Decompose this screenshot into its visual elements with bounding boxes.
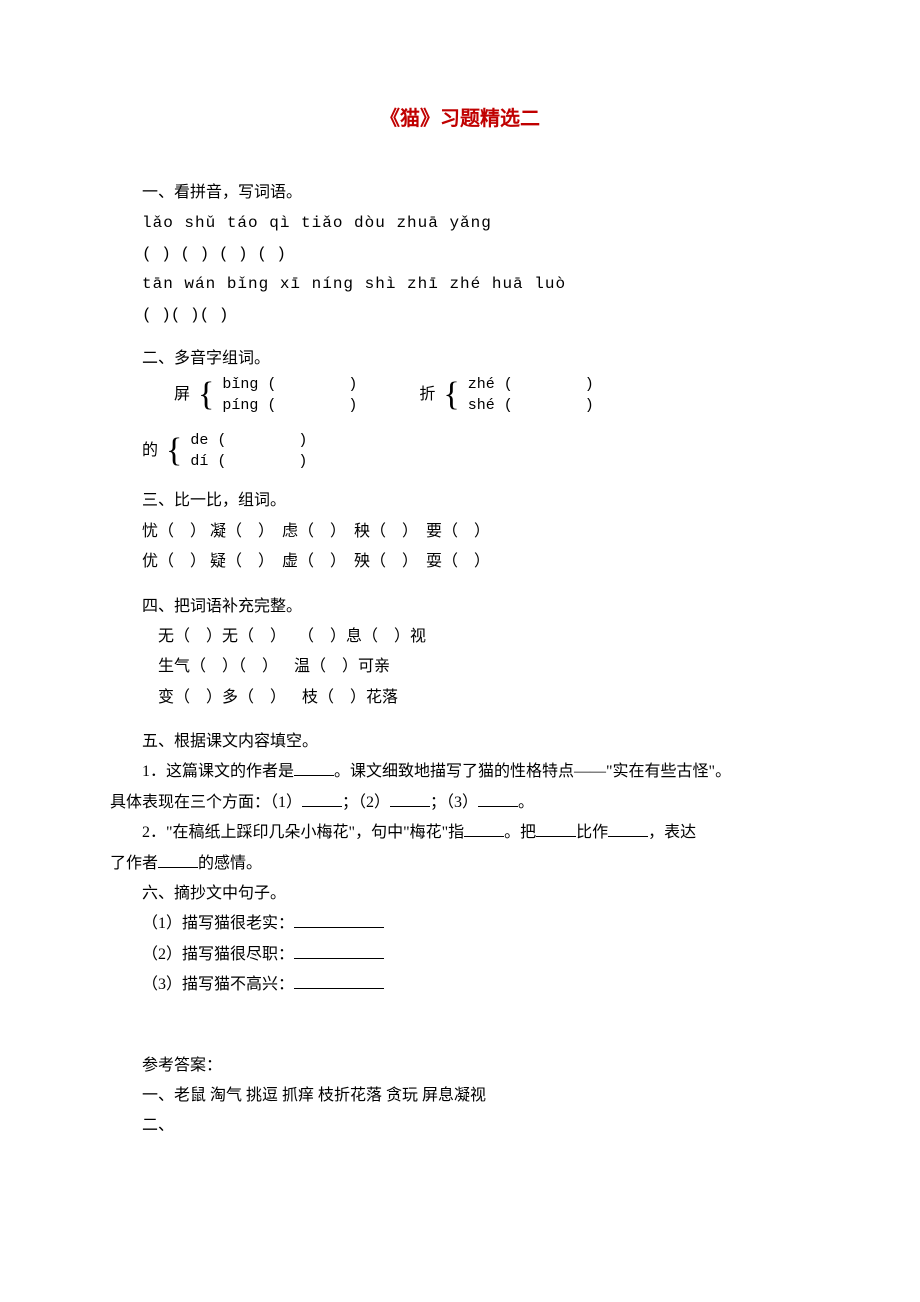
brace-icon: { [166,434,182,468]
page-title: 《猫》习题精选二 [110,100,810,138]
zhe-reading-1: zhé ( ) [468,374,594,395]
section-6-head: 六、摘抄文中句子。 [110,879,810,909]
polyphone-zhe: 折 { zhé ( ) shé ( ) [419,374,593,416]
s5-q1-line2: 具体表现在三个方面：（1）；（2）；（3）。 [110,788,810,818]
fill-line-3: 变（ ）多（ ） 枝（ ）花落 [110,683,810,713]
s6-item-1: （1）描写猫很老实： [110,909,810,939]
blank [294,942,384,959]
s1-pinyin-1: lǎo shǔ táo qì tiǎo dòu zhuā yǎng [110,208,810,238]
answers-line-1: 一、老鼠 淘气 挑逗 抓痒 枝折花落 贪玩 屏息凝视 [110,1081,810,1111]
polyphone-de: 的 { de ( ) dí ( ) [142,430,810,472]
compare-row-1: 忧（ ） 凝（ ） 虑（ ） 秧（ ） 要（ ） [110,517,810,547]
s1-blank-1: ( ) ( ) ( ) ( ) [110,239,810,269]
char-de: 的 [142,436,158,466]
char-zhe: 折 [419,380,435,410]
compare-row-2: 优（ ） 疑（ ） 虚（ ） 殃（ ） 耍（ ） [110,547,810,577]
brace-icon: { [443,378,459,412]
answers-line-2: 二、 [110,1111,810,1141]
char-ping: 屏 [174,380,190,410]
section-2-head: 二、多音字组词。 [110,344,810,374]
ping-reading-1: bǐng ( ) [222,374,357,395]
blank [158,851,198,868]
s6-item-3: （3）描写猫不高兴： [110,970,810,1000]
s6-item-2: （2）描写猫很尽职： [110,940,810,970]
s1-blank-2: ( )( )( ) [110,300,810,330]
section-5-head: 五、根据课文内容填空。 [110,727,810,757]
ping-reading-2: píng ( ) [222,395,357,416]
fill-line-2: 生气（ ）（ ） 温（ ）可亲 [110,652,810,682]
fill-line-1: 无（ ）无（ ） （ ）息（ ）视 [110,622,810,652]
brace-icon: { [198,378,214,412]
blank [294,911,384,928]
zhe-reading-2: shé ( ) [468,395,594,416]
s5-q1-line1: 1．这篇课文的作者是。课文细致地描写了猫的性格特点——"实在有些古怪"。 [110,757,810,787]
blank [294,972,384,989]
blank [294,759,334,776]
blank [536,820,576,837]
s1-pinyin-2: tān wán bǐng xī níng shì zhī zhé huā luò [110,269,810,299]
de-reading-1: de ( ) [190,430,307,451]
polyphone-ping: 屏 { bǐng ( ) píng ( ) [174,374,357,416]
section-4-head: 四、把词语补充完整。 [110,592,810,622]
blank [608,820,648,837]
section-1-head: 一、看拼音，写词语。 [110,178,810,208]
de-reading-2: dí ( ) [190,451,307,472]
section-3-head: 三、比一比，组词。 [110,486,810,516]
blank [390,790,430,807]
answers-head: 参考答案： [110,1051,810,1081]
blank [464,820,504,837]
s5-q2-line1: 2．"在稿纸上踩印几朵小梅花"，句中"梅花"指。把比作，表达 [110,818,810,848]
blank [478,790,518,807]
blank [302,790,342,807]
s5-q2-line2: 了作者的感情。 [110,849,810,879]
